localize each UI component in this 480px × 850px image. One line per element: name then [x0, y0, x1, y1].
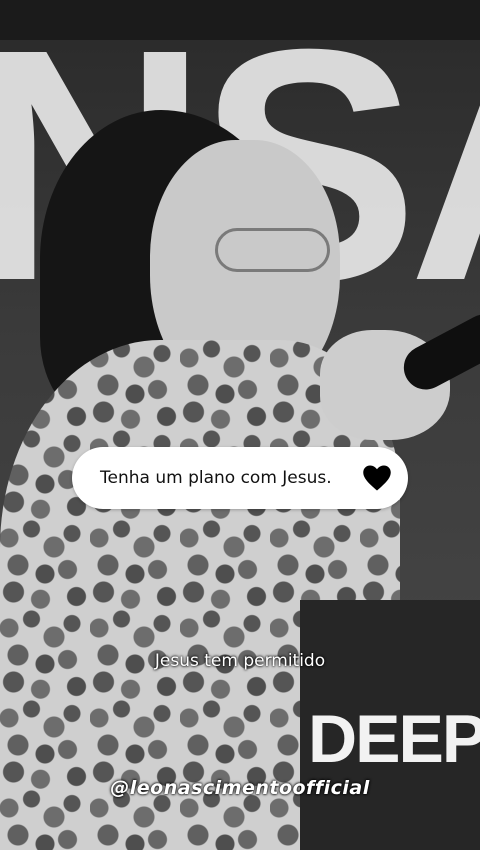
video-subtitle: Jesus tem permitido	[154, 651, 326, 671]
caption-text: Tenha um plano com Jesus.	[100, 468, 332, 488]
caption-card: Tenha um plano com Jesus.	[72, 447, 408, 509]
glasses-shape	[215, 228, 330, 272]
deep-logo: DEEP	[308, 701, 480, 777]
heart-icon	[363, 465, 391, 491]
creator-watermark: @leonascimentoofficial	[110, 777, 370, 799]
video-frame[interactable]: NSA DEEP Tenha um plano com Jesus. Jesus…	[0, 0, 480, 850]
